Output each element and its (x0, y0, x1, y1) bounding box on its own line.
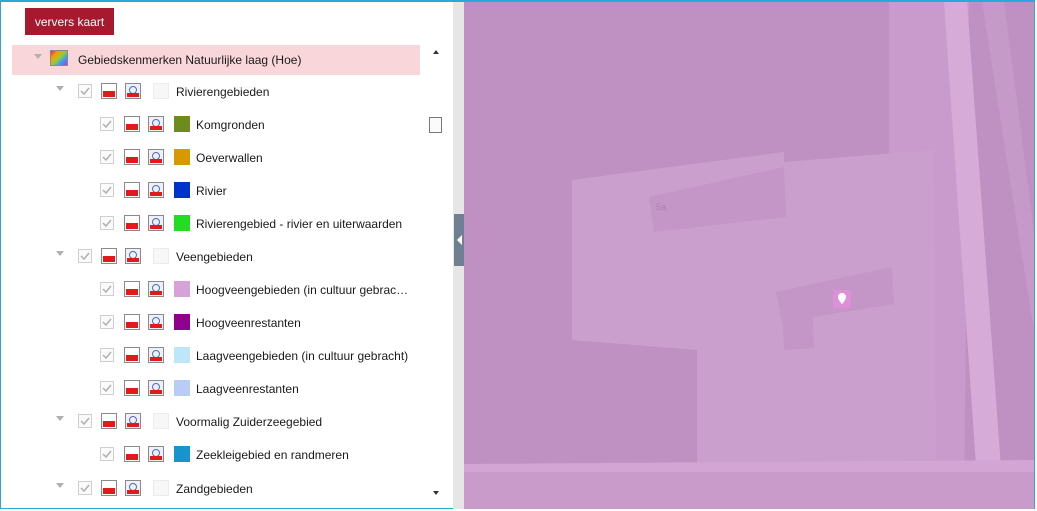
checkbox[interactable] (100, 183, 114, 197)
layer-rivierengebied-uiterwaarden[interactable]: Rivierengebied - rivier en uiterwaarden (12, 209, 420, 239)
checkbox[interactable] (100, 216, 114, 230)
visibility-icon[interactable] (124, 380, 140, 396)
layer-label: Zandgebieden (176, 482, 253, 496)
legend-swatch (174, 215, 190, 231)
visibility-icon[interactable] (101, 480, 117, 496)
zoom-to-layer-icon[interactable] (148, 446, 164, 462)
layer-label: Laagveengebieden (in cultuur gebracht) (196, 349, 409, 363)
checkbox[interactable] (78, 414, 92, 428)
layer-hoogveengebieden[interactable]: Hoogveengebieden (in cultuur gebrac… (12, 275, 420, 305)
layer-oeverwallen[interactable]: Oeverwallen (12, 143, 420, 173)
legend-swatch (174, 149, 190, 165)
visibility-icon[interactable] (101, 83, 117, 99)
layer-label: Hoogveengebieden (in cultuur gebrac… (196, 283, 409, 297)
legend-swatch (174, 380, 190, 396)
checkbox[interactable] (100, 315, 114, 329)
zoom-to-layer-icon[interactable] (125, 248, 141, 264)
collapse-icon[interactable] (56, 483, 64, 488)
layer-label: Oeverwallen (196, 151, 263, 165)
group-legend-icon (153, 83, 169, 99)
layer-root[interactable]: Gebiedskenmerken Natuurlijke laag (Hoe) (12, 45, 420, 75)
group-legend-icon (153, 248, 169, 264)
layer-rivier[interactable]: Rivier (12, 176, 420, 206)
building-number-label: 5a (656, 202, 666, 212)
group-voormalig-zuiderzeegebied[interactable]: Voormalig Zuiderzeegebied (12, 407, 420, 437)
location-marker-icon[interactable] (833, 290, 851, 308)
visibility-icon[interactable] (124, 281, 140, 297)
map-view[interactable]: 5a (464, 2, 1034, 509)
visibility-icon[interactable] (124, 116, 140, 132)
layer-group-icon (50, 50, 68, 66)
zoom-to-layer-icon[interactable] (148, 215, 164, 231)
checkbox[interactable] (100, 150, 114, 164)
layer-label: Gebiedskenmerken Natuurlijke laag (Hoe) (78, 53, 302, 67)
layer-scrollbar[interactable] (429, 44, 443, 499)
visibility-icon[interactable] (124, 446, 140, 462)
group-zandgebieden[interactable]: Zandgebieden (12, 474, 420, 504)
layer-hoogveenrestanten[interactable]: Hoogveenrestanten (12, 308, 420, 338)
visibility-icon[interactable] (124, 215, 140, 231)
checkbox[interactable] (100, 381, 114, 395)
collapse-icon[interactable] (56, 251, 64, 256)
zoom-to-layer-icon[interactable] (148, 116, 164, 132)
checkbox[interactable] (78, 249, 92, 263)
layer-label: Laagveenrestanten (196, 382, 299, 396)
legend-swatch (174, 347, 190, 363)
layer-tree: Gebiedskenmerken Natuurlijke laag (Hoe) … (12, 44, 444, 510)
zoom-to-layer-icon[interactable] (148, 281, 164, 297)
collapse-left-icon[interactable] (457, 235, 462, 245)
layer-label: Zeekleigebied en randmeren (196, 448, 349, 462)
map-canvas: 5a (464, 2, 1034, 509)
layer-label: Rivier (196, 184, 227, 198)
group-veengebieden[interactable]: Veengebieden (12, 242, 420, 272)
visibility-icon[interactable] (124, 182, 140, 198)
visibility-icon[interactable] (124, 347, 140, 363)
layer-label: Rivierengebieden (176, 85, 270, 99)
collapse-icon[interactable] (56, 86, 64, 91)
refresh-map-button[interactable]: ververs kaart (25, 8, 114, 35)
layer-label: Veengebieden (176, 250, 253, 264)
checkbox[interactable] (100, 447, 114, 461)
legend-swatch (174, 116, 190, 132)
layer-komgronden[interactable]: Komgronden (12, 110, 420, 140)
legend-swatch (174, 446, 190, 462)
layer-laagveenrestanten[interactable]: Laagveenrestanten (12, 374, 420, 404)
checkbox[interactable] (100, 348, 114, 362)
checkbox[interactable] (78, 481, 92, 495)
zoom-to-layer-icon[interactable] (148, 347, 164, 363)
zoom-to-layer-icon[interactable] (148, 314, 164, 330)
zoom-to-layer-icon[interactable] (125, 480, 141, 496)
visibility-icon[interactable] (124, 314, 140, 330)
visibility-icon[interactable] (124, 149, 140, 165)
zoom-to-layer-icon[interactable] (125, 413, 141, 429)
zoom-to-layer-icon[interactable] (148, 149, 164, 165)
scroll-up-arrow-icon[interactable] (433, 50, 439, 54)
checkbox[interactable] (78, 84, 92, 98)
visibility-icon[interactable] (101, 248, 117, 264)
layer-label: Hoogveenrestanten (196, 316, 301, 330)
checkbox[interactable] (100, 117, 114, 131)
group-legend-icon (153, 413, 169, 429)
zoom-to-layer-icon[interactable] (148, 182, 164, 198)
zoom-to-layer-icon[interactable] (125, 83, 141, 99)
scroll-down-arrow-icon[interactable] (433, 491, 439, 495)
layer-zeekleigebied[interactable]: Zeekleigebied en randmeren (12, 440, 420, 470)
group-rivierengebieden[interactable]: Rivierengebieden (12, 77, 420, 107)
checkbox[interactable] (100, 282, 114, 296)
layer-label: Voormalig Zuiderzeegebied (176, 415, 323, 429)
legend-swatch (174, 182, 190, 198)
collapse-icon[interactable] (34, 54, 42, 59)
layer-label: Komgronden (196, 118, 265, 132)
legend-swatch (174, 314, 190, 330)
layer-label: Rivierengebied - rivier en uiterwaarden (196, 217, 403, 231)
legend-swatch (174, 281, 190, 297)
scrollbar-thumb[interactable] (429, 117, 442, 133)
collapse-icon[interactable] (56, 416, 64, 421)
group-legend-icon (153, 480, 169, 496)
visibility-icon[interactable] (101, 413, 117, 429)
layer-laagveengebieden[interactable]: Laagveengebieden (in cultuur gebracht) (12, 341, 420, 371)
zoom-to-layer-icon[interactable] (148, 380, 164, 396)
